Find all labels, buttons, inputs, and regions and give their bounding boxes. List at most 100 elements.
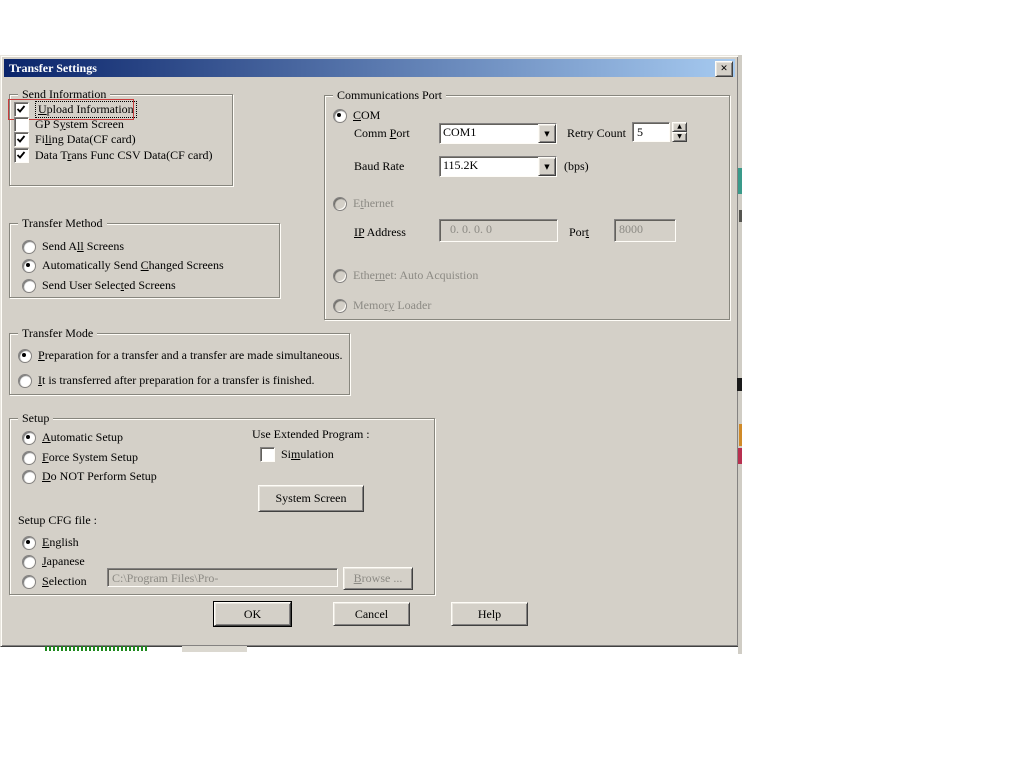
group-title: Transfer Method <box>18 216 107 230</box>
close-button[interactable]: ✕ <box>715 61 733 77</box>
checkbox-upload-information[interactable]: Upload Information <box>14 101 137 118</box>
radio-label: It is transferred after preparation for … <box>38 373 315 388</box>
radio-icon[interactable] <box>333 109 347 123</box>
group-communications-port: Communications Port COM Comm Port COM1 ▼… <box>324 95 730 320</box>
radio-label: COM <box>353 108 380 123</box>
transfer-settings-dialog: Transfer Settings ✕ Send Information Upl… <box>0 55 739 647</box>
browse-button: Browse ... <box>343 567 413 590</box>
radio-memory-loader: Memory Loader <box>333 298 431 313</box>
chevron-down-icon[interactable]: ▼ <box>538 157 556 176</box>
ip-address-label: IP Address <box>354 225 406 240</box>
radio-icon[interactable] <box>18 349 32 363</box>
radio-label: Force System Setup <box>42 450 138 465</box>
radio-icon[interactable] <box>22 575 36 589</box>
background-window-edge <box>738 55 742 654</box>
bps-label: (bps) <box>564 159 589 174</box>
group-title: Transfer Mode <box>18 326 97 340</box>
radio-com[interactable]: COM <box>333 108 380 123</box>
checkbox-simulation[interactable]: Simulation <box>260 447 334 462</box>
radio-ethernet: Ethernet <box>333 196 394 211</box>
radio-icon[interactable] <box>22 259 36 273</box>
checkbox-icon[interactable] <box>260 447 275 462</box>
background-text-fragment <box>45 646 147 651</box>
radio-label: Ethernet: Auto Acquistion <box>353 268 478 283</box>
checkbox-icon[interactable] <box>14 132 29 147</box>
radio-icon[interactable] <box>22 470 36 484</box>
ip-address-input: 0. 0. 0. 0 <box>439 219 558 242</box>
radio-label: Automatically Send Changed Screens <box>42 258 224 273</box>
radio-force-system-setup[interactable]: Force System Setup <box>22 450 138 465</box>
comm-port-value: COM1 <box>440 124 538 143</box>
cfg-path-input: C:\Program Files\Pro-face\ProPBWin\proto… <box>107 568 338 587</box>
radio-ethernet-auto-acquistion: Ethernet: Auto Acquistion <box>333 268 478 283</box>
checkbox-filing-data[interactable]: Filing Data(CF card) <box>14 132 136 147</box>
checkbox-icon[interactable] <box>14 148 29 163</box>
cancel-button[interactable]: Cancel <box>333 602 410 626</box>
checkbox-label: Upload Information <box>35 101 137 118</box>
group-setup: Setup Automatic Setup Force System Setup… <box>9 418 435 595</box>
port-label: Port <box>569 225 589 240</box>
checkbox-label: Data Trans Func CSV Data(CF card) <box>35 148 212 163</box>
radio-send-user-selected[interactable]: Send User Selected Screens <box>22 278 176 293</box>
chevron-down-icon[interactable]: ▼ <box>538 124 556 143</box>
radio-label: English <box>42 535 79 550</box>
radio-icon <box>333 269 347 283</box>
dialog-titlebar[interactable]: Transfer Settings ✕ <box>4 59 735 77</box>
radio-label: Preparation for a transfer and a transfe… <box>38 348 343 363</box>
checkbox-icon[interactable] <box>14 102 29 117</box>
group-transfer-mode: Transfer Mode Preparation for a transfer… <box>9 333 350 395</box>
help-button[interactable]: Help <box>451 602 528 626</box>
spin-down-icon[interactable]: ▼ <box>672 132 687 142</box>
background-artifact <box>739 210 742 222</box>
radio-icon[interactable] <box>22 555 36 569</box>
radio-english[interactable]: English <box>22 535 79 550</box>
checkbox-label: Simulation <box>281 447 334 462</box>
checkbox-data-trans-func-csv[interactable]: Data Trans Func CSV Data(CF card) <box>14 148 212 163</box>
radio-icon[interactable] <box>22 240 36 254</box>
radio-icon[interactable] <box>18 374 32 388</box>
checkbox-gp-system-screen[interactable]: GP System Screen <box>14 117 124 132</box>
baud-rate-label: Baud Rate <box>354 159 404 174</box>
radio-label: Do NOT Perform Setup <box>42 469 157 484</box>
baud-rate-select[interactable]: 115.2K ▼ <box>439 156 557 177</box>
radio-do-not-perform-setup[interactable]: Do NOT Perform Setup <box>22 469 157 484</box>
checkbox-icon[interactable] <box>14 117 29 132</box>
radio-selection[interactable]: Selection <box>22 574 87 589</box>
radio-icon[interactable] <box>22 279 36 293</box>
radio-icon[interactable] <box>22 431 36 445</box>
radio-label: Japanese <box>42 554 85 569</box>
background-artifact <box>738 168 742 194</box>
radio-label: Selection <box>42 574 87 589</box>
use-extended-program-label: Use Extended Program : <box>252 427 370 442</box>
radio-automatic-setup[interactable]: Automatic Setup <box>22 430 123 445</box>
group-title: Setup <box>18 411 53 425</box>
radio-icon[interactable] <box>22 536 36 550</box>
retry-count-input[interactable]: 5 <box>632 122 670 142</box>
radio-transfer-after-preparation[interactable]: It is transferred after preparation for … <box>18 373 315 388</box>
spin-up-icon[interactable]: ▲ <box>672 122 687 132</box>
radio-japanese[interactable]: Japanese <box>22 554 85 569</box>
background-artifact <box>737 378 742 391</box>
group-send-information: Send Information Upload Information GP S… <box>9 94 233 186</box>
radio-label: Automatic Setup <box>42 430 123 445</box>
radio-label: Send User Selected Screens <box>42 278 176 293</box>
radio-icon[interactable] <box>22 451 36 465</box>
system-screen-button[interactable]: System Screen <box>258 485 364 512</box>
dialog-title: Transfer Settings <box>9 61 97 76</box>
port-input: 8000 <box>614 219 676 242</box>
desktop-background: { "window": { "title": "Transfer Setting… <box>0 0 1024 768</box>
group-transfer-method: Transfer Method Send All Screens Automat… <box>9 223 280 298</box>
radio-label: Memory Loader <box>353 298 431 313</box>
retry-count-stepper[interactable]: ▲ ▼ <box>672 122 687 142</box>
retry-count-label: Retry Count <box>567 126 626 141</box>
checkbox-label: GP System Screen <box>35 117 124 132</box>
ok-button[interactable]: OK <box>214 602 291 626</box>
radio-prepare-and-transfer-simultaneous[interactable]: Preparation for a transfer and a transfe… <box>18 348 343 363</box>
radio-label: Send All Screens <box>42 239 124 254</box>
radio-send-all-screens[interactable]: Send All Screens <box>22 239 124 254</box>
radio-icon <box>333 299 347 313</box>
comm-port-select[interactable]: COM1 ▼ <box>439 123 557 144</box>
checkbox-label: Filing Data(CF card) <box>35 132 136 147</box>
radio-automatically-send-changed[interactable]: Automatically Send Changed Screens <box>22 258 224 273</box>
radio-icon <box>333 197 347 211</box>
